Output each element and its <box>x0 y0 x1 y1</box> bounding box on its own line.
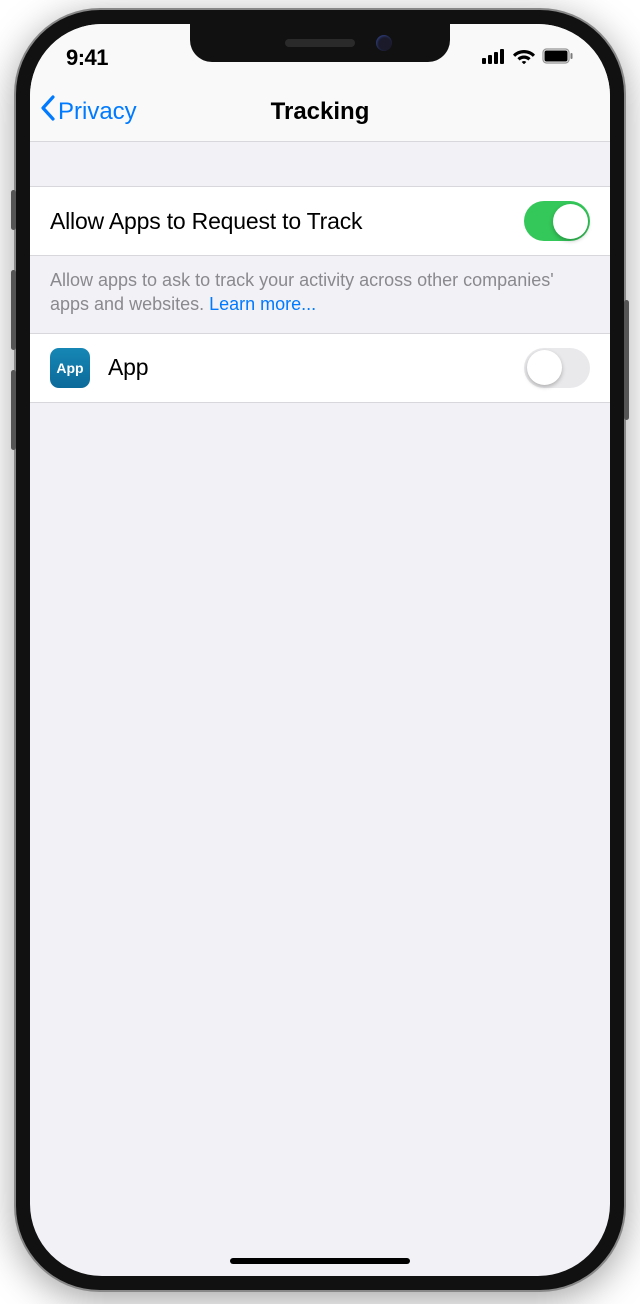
volume-down-button <box>11 370 16 450</box>
mute-switch <box>11 190 16 230</box>
power-button <box>624 300 629 420</box>
status-icons <box>482 48 574 69</box>
chevron-left-icon <box>40 95 56 128</box>
learn-more-link[interactable]: Learn more... <box>209 294 316 314</box>
allow-tracking-toggle[interactable] <box>524 201 590 241</box>
back-button[interactable]: Privacy <box>40 95 137 128</box>
battery-icon <box>542 48 574 69</box>
allow-tracking-row: Allow Apps to Request to Track <box>30 186 610 256</box>
navigation-bar: Privacy Tracking <box>30 82 610 142</box>
content-area: Allow Apps to Request to Track Allow app… <box>30 142 610 403</box>
app-tracking-toggle[interactable] <box>524 348 590 388</box>
back-label: Privacy <box>58 98 137 126</box>
wifi-icon <box>513 48 535 69</box>
toggle-knob <box>553 204 588 239</box>
phone-screen: 9:41 Privacy Tracking <box>30 24 610 1276</box>
app-tracking-row: App App <box>30 333 610 403</box>
status-time: 9:41 <box>66 45 108 71</box>
allow-tracking-label: Allow Apps to Request to Track <box>50 208 524 235</box>
front-camera <box>376 35 392 51</box>
tracking-description: Allow apps to ask to track your activity… <box>30 256 610 333</box>
app-icon: App <box>50 348 90 388</box>
speaker-grille <box>285 39 355 47</box>
notch <box>190 24 450 62</box>
home-indicator[interactable] <box>230 1258 410 1264</box>
toggle-knob <box>527 350 562 385</box>
volume-up-button <box>11 270 16 350</box>
cellular-icon <box>482 48 506 69</box>
phone-device-frame: 9:41 Privacy Tracking <box>16 10 624 1290</box>
app-name-label: App <box>108 354 524 381</box>
